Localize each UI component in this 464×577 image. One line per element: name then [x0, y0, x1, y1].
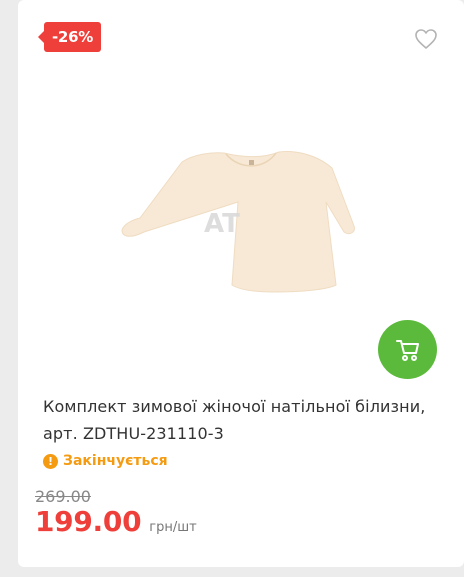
price-row: 199.00 грн/шт — [35, 505, 197, 538]
shopping-cart-icon — [395, 339, 419, 361]
discount-badge: -26% — [38, 22, 101, 52]
price-unit: грн/шт — [149, 520, 197, 535]
stock-status-label: Закінчується — [63, 453, 168, 469]
wishlist-heart-icon[interactable] — [414, 28, 438, 50]
product-title[interactable]: Комплект зимової жіночої натільної білиз… — [43, 393, 438, 447]
stock-status: ! Закінчується — [43, 453, 168, 469]
product-image[interactable]: AT — [104, 140, 364, 310]
add-to-cart-button[interactable] — [378, 320, 437, 379]
current-price: 199.00 — [35, 505, 142, 538]
exclamation-circle-icon: ! — [43, 453, 58, 469]
old-price: 269.00 — [35, 487, 91, 506]
image-watermark: AT — [204, 209, 240, 239]
